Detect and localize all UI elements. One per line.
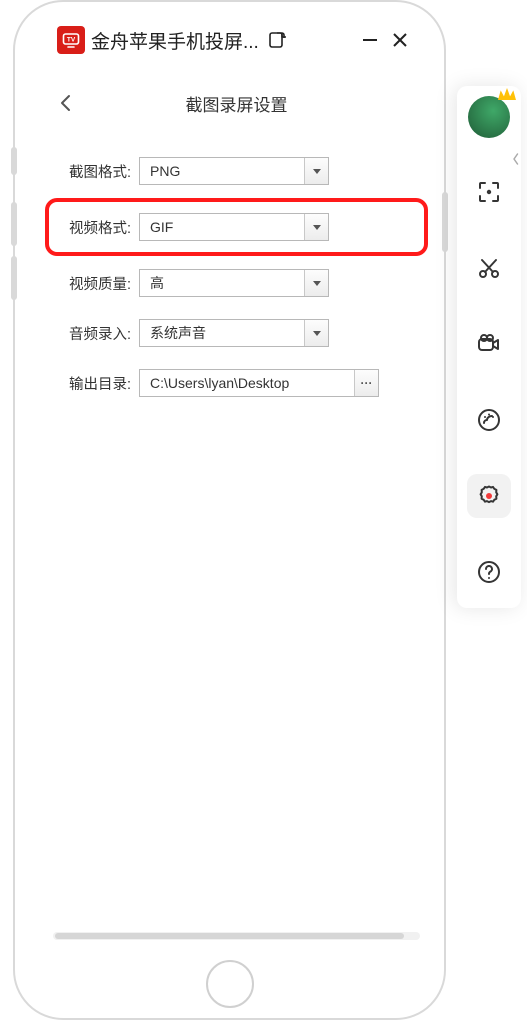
collapse-rail-icon[interactable] (510, 144, 522, 174)
svg-text:TV: TV (67, 37, 76, 44)
minimize-button[interactable] (358, 28, 382, 52)
settings-button[interactable] (467, 474, 511, 518)
close-button[interactable] (388, 28, 412, 52)
select-value: 高 (140, 270, 304, 296)
app-title: 金舟苹果手机投屏... (91, 27, 259, 54)
brush-button[interactable] (467, 398, 511, 442)
phone-nub (11, 147, 17, 175)
select-value: PNG (140, 158, 304, 184)
fullscreen-button[interactable] (467, 170, 511, 214)
avatar[interactable] (468, 96, 510, 138)
phone-nub (11, 202, 17, 246)
settings-form: 截图格式: PNG 视频格式: GIF 视频质量: 高 (41, 146, 432, 408)
row-output-dir: 输出目录: C:\Users\lyan\Desktop ··· (49, 358, 424, 408)
select-screenshot-format[interactable]: PNG (139, 157, 329, 185)
clip-button[interactable] (467, 246, 511, 290)
chevron-down-icon (304, 270, 328, 296)
label-output-dir: 输出目录: (49, 373, 139, 394)
side-toolbar (457, 86, 521, 608)
browse-button[interactable]: ··· (354, 370, 378, 396)
phone-nub (11, 256, 17, 300)
row-video-quality: 视频质量: 高 (49, 258, 424, 308)
back-button[interactable] (51, 88, 81, 118)
app-logo: TV (57, 26, 85, 54)
phone-frame: TV 金舟苹果手机投屏... 截图录屏设置 截 (13, 0, 446, 1020)
select-value: GIF (140, 214, 304, 240)
home-button[interactable] (206, 960, 254, 1008)
output-dir-value: C:\Users\lyan\Desktop (140, 370, 354, 396)
titlebar: TV 金舟苹果手机投屏... (57, 22, 412, 58)
row-video-format: 视频格式: GIF (49, 202, 424, 252)
chevron-down-icon (304, 320, 328, 346)
label-audio-input: 音频录入: (49, 323, 139, 344)
select-value: 系统声音 (140, 320, 304, 346)
row-audio-input: 音频录入: 系统声音 (49, 308, 424, 358)
label-video-format: 视频格式: (49, 217, 139, 238)
label-video-quality: 视频质量: (49, 273, 139, 294)
content-area: 截图录屏设置 截图格式: PNG 视频格式: GIF 视频质量: (41, 70, 432, 948)
chevron-down-icon (304, 158, 328, 184)
record-button[interactable] (467, 322, 511, 366)
select-audio-input[interactable]: 系统声音 (139, 319, 329, 347)
phone-nub (442, 192, 448, 252)
select-video-format[interactable]: GIF (139, 213, 329, 241)
select-video-quality[interactable]: 高 (139, 269, 329, 297)
label-screenshot-format: 截图格式: (49, 161, 139, 182)
row-screenshot-format: 截图格式: PNG (49, 146, 424, 196)
page-title: 截图录屏设置 (81, 91, 392, 116)
output-dir-field[interactable]: C:\Users\lyan\Desktop ··· (139, 369, 379, 397)
page-header: 截图录屏设置 (41, 70, 432, 146)
chevron-down-icon (304, 214, 328, 240)
new-window-icon[interactable] (265, 28, 289, 52)
scrollbar-thumb[interactable] (55, 933, 404, 939)
help-button[interactable] (467, 550, 511, 594)
horizontal-scrollbar[interactable] (53, 932, 420, 940)
